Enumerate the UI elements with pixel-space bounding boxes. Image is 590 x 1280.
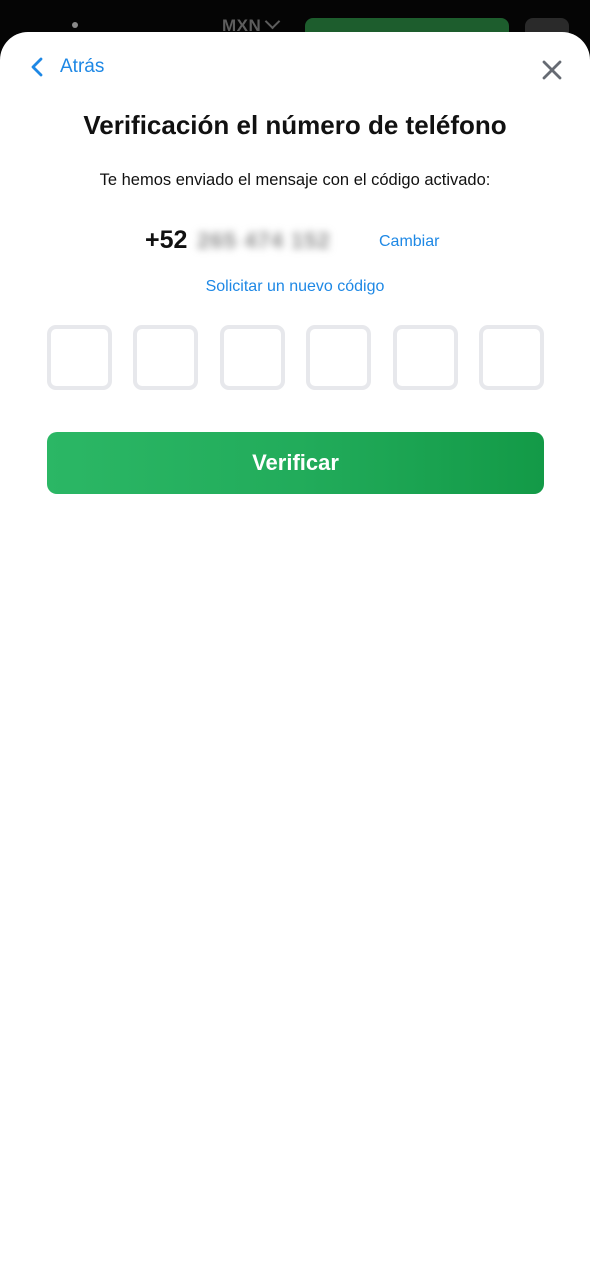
verify-button[interactable]: Verificar <box>47 432 544 494</box>
chevron-down-icon <box>265 13 281 30</box>
resend-code-link[interactable]: Solicitar un nuevo código <box>0 278 590 296</box>
code-digit-input[interactable] <box>392 325 458 390</box>
menu-dot <box>72 22 78 28</box>
phone-country-code: +52 <box>145 226 188 254</box>
code-digit-input[interactable] <box>219 325 285 390</box>
sent-message-text: Te hemos enviado el mensaje con el códig… <box>99 171 491 189</box>
code-digit-input[interactable] <box>133 325 199 390</box>
code-digit-input[interactable] <box>478 325 544 390</box>
code-digit-input[interactable] <box>306 325 372 390</box>
close-button[interactable] <box>540 58 564 82</box>
back-label: Atrás <box>60 56 105 77</box>
chevron-left-icon <box>31 57 43 77</box>
phone-number-redacted: 265 474 152 <box>197 227 331 253</box>
verification-sheet: Atrás Verificación el número de teléfono… <box>0 32 590 1280</box>
back-button[interactable]: Atrás <box>28 56 104 78</box>
phone-number-row: +52 265 474 152 <box>145 226 347 255</box>
page-title: Verificación el número de teléfono <box>83 110 507 140</box>
close-icon <box>542 60 562 80</box>
code-input-group <box>47 325 544 390</box>
code-digit-input[interactable] <box>47 325 112 390</box>
change-number-link[interactable]: Cambiar <box>379 233 439 251</box>
